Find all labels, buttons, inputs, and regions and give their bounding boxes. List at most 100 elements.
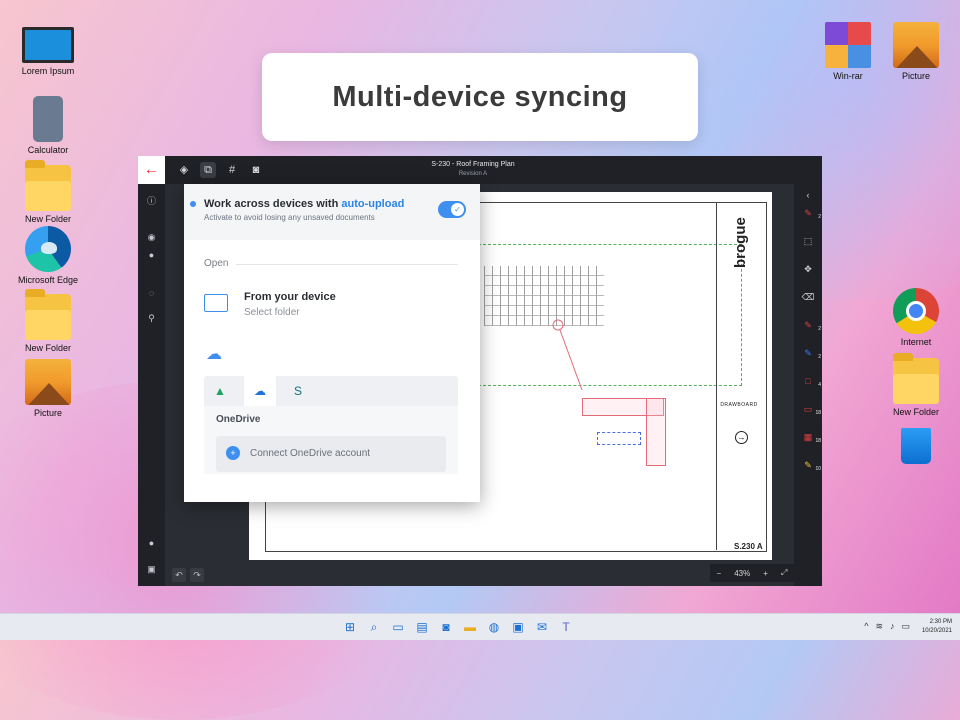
desktop-icon-recycle-bin[interactable]: [876, 428, 956, 467]
taskbar: ⊞ ⌕ ▭ ▤ ◙ ▬ ◍ ▣ ✉ T ^ ≋ ♪ ▭ 2:30 PM 10/2…: [0, 613, 960, 640]
desktop-icon-label: Internet: [900, 337, 932, 347]
blue-pen-tool-icon[interactable]: ✎ 2: [799, 346, 821, 360]
callout-tool-icon[interactable]: ▭ 18: [799, 402, 821, 416]
company-name: DRAWBOARD: [720, 402, 758, 408]
desktop-icon-internet[interactable]: Internet: [876, 288, 956, 347]
camera-icon[interactable]: ▣: [144, 562, 159, 577]
desktop-icon-picture[interactable]: Picture: [8, 359, 88, 418]
open-document-panel: Work across devices with auto-upload Act…: [184, 184, 480, 502]
auto-upload-toggle[interactable]: ✓: [438, 201, 466, 218]
right-markup-rail: ‹ ✎ 2 ⬚ ✥ ⌫ ✎ 2 ✎ 2 □ 4 ▭ 18 ▦ 18 ✎ 10: [794, 184, 822, 586]
onedrive-tab-content: OneDrive + Connect OneDrive account: [204, 406, 458, 474]
add-user-icon: +: [226, 446, 240, 460]
back-arrow-icon[interactable]: ←: [138, 156, 165, 184]
computer-icon: [22, 27, 74, 63]
connect-onedrive-button[interactable]: + Connect OneDrive account: [216, 436, 446, 472]
folder-open-icon: [204, 294, 228, 312]
status-dot-icon[interactable]: ●: [144, 536, 159, 551]
teams-icon[interactable]: T: [558, 619, 574, 635]
desktop-icon-calculator[interactable]: Calculator: [8, 96, 88, 155]
outlook-icon[interactable]: ✉: [534, 619, 550, 635]
tool-count: 2: [818, 326, 821, 332]
collapse-chevron-icon[interactable]: ‹: [799, 188, 817, 202]
fit-screen-icon[interactable]: ⤢: [781, 568, 787, 578]
markup-blue-note[interactable]: [597, 432, 641, 445]
calendar-tool-icon[interactable]: ▦ 18: [799, 430, 821, 444]
task-view-icon[interactable]: ▭: [390, 619, 406, 635]
folder-icon: [893, 353, 939, 404]
status-dot-icon: [190, 201, 196, 207]
folder-icon: [25, 160, 71, 211]
from-device-subtitle: Select folder: [244, 307, 300, 318]
desktop-icon-microsoft-edge[interactable]: Microsoft Edge: [8, 226, 88, 285]
sync-devices-icon[interactable]: ⧉: [200, 162, 216, 178]
tool-count: 18: [815, 438, 821, 444]
section-divider: [236, 264, 458, 265]
record-icon[interactable]: ◉: [144, 230, 159, 245]
cloud-service-tabs: ▲ ☁ S OneDrive + Connect OneDrive accoun…: [204, 376, 458, 474]
zoom-in-button[interactable]: +: [763, 569, 768, 578]
store-icon[interactable]: ▣: [510, 619, 526, 635]
tool-count: 10: [815, 466, 821, 472]
volume-icon[interactable]: ♪: [890, 621, 895, 632]
widgets-icon[interactable]: ▤: [414, 619, 430, 635]
edge-icon: [25, 226, 71, 272]
markup-red-column[interactable]: [646, 398, 666, 466]
clock-date: 10/20/2021: [921, 628, 952, 634]
desktop-icon-new-folder[interactable]: New Folder: [8, 160, 88, 224]
markup-arrow[interactable]: [548, 318, 588, 394]
auto-upload-subtitle: Activate to avoid losing any unsaved doc…: [204, 213, 375, 222]
chat-icon[interactable]: ◙: [438, 619, 454, 635]
overlay-icon[interactable]: ◙: [248, 162, 264, 178]
desktop-icon-new-folder-2[interactable]: New Folder: [8, 289, 88, 353]
move-tool-icon[interactable]: ✥: [799, 262, 817, 276]
search-icon[interactable]: ⌕: [366, 619, 382, 635]
auto-upload-header: Work across devices with auto-upload Act…: [184, 184, 480, 240]
revision-dropdown[interactable]: Revision A: [398, 171, 548, 177]
select-tool-icon[interactable]: ⬚: [799, 234, 817, 248]
history-controls: ↶ ↷: [172, 568, 204, 582]
info-icon[interactable]: ⓘ: [144, 194, 159, 209]
red-pen-tool-icon[interactable]: ✎ 2: [799, 318, 821, 332]
rectangle-tool-icon[interactable]: □ 4: [799, 374, 821, 388]
chevron-up-icon[interactable]: ^: [864, 621, 868, 632]
tab-sharepoint[interactable]: S: [282, 376, 314, 406]
pen-tool-icon[interactable]: ✎ 2: [799, 206, 821, 220]
tab-onedrive[interactable]: ☁: [244, 376, 276, 406]
tab-google-drive[interactable]: ▲: [204, 376, 236, 406]
tool-count: 18: [815, 410, 821, 416]
highlighter-tool-icon[interactable]: ✎ 10: [799, 458, 821, 472]
cloud-sync-icon: ☁: [206, 346, 222, 363]
auto-upload-link[interactable]: auto-upload: [341, 198, 404, 210]
picture-icon: [25, 359, 71, 405]
layers-icon[interactable]: ◈: [176, 162, 192, 178]
desktop-icon-picture-right[interactable]: Picture: [876, 22, 956, 81]
pin-icon[interactable]: ⚲: [144, 311, 159, 326]
chrome-icon: [893, 288, 939, 334]
grid-icon[interactable]: #: [224, 162, 240, 178]
desktop-icon-lorem-ipsum[interactable]: Lorem Ipsum: [8, 27, 88, 76]
folder-icon: [25, 289, 71, 340]
desktop-icon-label: Picture: [901, 71, 930, 81]
comment-icon[interactable]: ◌: [144, 286, 159, 301]
auto-upload-title: Work across devices with auto-upload: [204, 198, 404, 210]
clock[interactable]: 2:30 PM 10/20/2021: [922, 618, 952, 636]
eraser-tool-icon[interactable]: ⌫: [799, 290, 817, 304]
sheet-number: S.230 A: [734, 542, 763, 551]
picture-icon: [893, 22, 939, 68]
wifi-icon[interactable]: ≋: [875, 621, 883, 632]
edge-taskbar-icon[interactable]: ◍: [486, 619, 502, 635]
recycle-bin-icon: [901, 428, 931, 464]
sheet-number-value: S.230: [734, 542, 755, 551]
pan-icon[interactable]: ●: [144, 248, 159, 263]
zoom-out-button[interactable]: −: [717, 569, 722, 578]
file-explorer-icon[interactable]: ▬: [462, 619, 478, 635]
start-windows-icon[interactable]: ⊞: [342, 619, 358, 635]
winrar-icon: [825, 22, 871, 68]
undo-icon[interactable]: ↶: [172, 568, 186, 582]
battery-icon[interactable]: ▭: [901, 621, 910, 632]
redo-icon[interactable]: ↷: [190, 568, 204, 582]
desktop-icon-new-folder-right[interactable]: New Folder: [876, 353, 956, 417]
app-toolbar: ← ◈ ⧉ # ◙ S-230 - Roof Framing Plan Revi…: [138, 156, 822, 184]
desktop-icon-label: New Folder: [892, 407, 939, 417]
